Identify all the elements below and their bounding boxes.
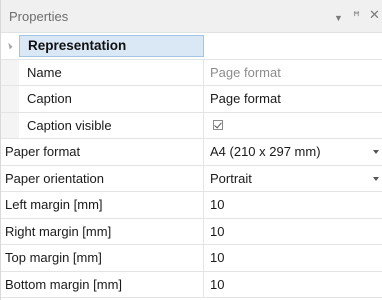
property-name: Paper orientation [1,165,204,191]
panel-title: Properties [9,9,69,24]
property-row-paper-format[interactable]: Paper format A4 (210 x 297 mm) [1,139,382,166]
caption-visible-checkbox[interactable] [213,120,223,131]
properties-panel: Properties ▼ ꟸ ✕ Representation Name Pag… [0,0,382,300]
row-gutter [1,112,19,138]
right-margin-field[interactable]: 10 [204,219,382,245]
property-row-paper-orientation[interactable]: Paper orientation Portrait [1,165,382,192]
property-value-caption-visible[interactable] [204,113,382,139]
row-gutter [1,59,19,85]
property-row-caption-visible[interactable]: Caption visible [1,112,382,139]
property-row-caption[interactable]: Caption Page format [1,86,382,113]
paper-format-value: A4 (210 x 297 mm) [210,144,321,160]
close-icon[interactable]: ✕ [369,8,380,22]
property-row-top-margin[interactable]: Top margin [mm] 10 [1,245,382,272]
property-name: Caption visible [19,112,204,138]
property-name: Right margin [mm] [1,218,204,244]
left-margin-field[interactable]: 10 [204,192,382,218]
row-gutter [1,86,19,112]
top-margin-field[interactable]: 10 [204,245,382,271]
property-name: Top margin [mm] [1,245,204,271]
chevron-down-icon[interactable] [373,176,379,181]
panel-titlebar: Properties ▼ ꟸ ✕ [1,0,382,33]
property-name: Caption [19,86,204,112]
property-row-right-margin[interactable]: Right margin [mm] 10 [1,218,382,245]
paper-format-select[interactable]: A4 (210 x 297 mm) [204,139,382,165]
property-value-name: Page format [210,64,281,80]
property-name: Name [19,59,204,85]
property-name: Bottom margin [mm] [1,271,204,297]
property-grid: Representation Name Page format Caption … [1,33,382,298]
bottom-margin-field[interactable]: 10 [204,272,382,298]
dropdown-icon[interactable]: ▼ [334,11,343,25]
collapse-icon[interactable] [5,42,13,50]
property-row-bottom-margin[interactable]: Bottom margin [mm] 10 [1,271,382,298]
paper-orientation-value: Portrait [210,170,252,186]
property-name: Paper format [1,139,204,165]
property-value-caption[interactable]: Page format [204,86,382,112]
property-row-name[interactable]: Name Page format [1,59,382,86]
category-representation[interactable]: Representation [1,33,382,60]
property-name: Left margin [mm] [1,192,204,218]
chevron-down-icon[interactable] [373,150,379,154]
property-row-left-margin[interactable]: Left margin [mm] 10 [1,192,382,219]
paper-orientation-select[interactable]: Portrait [204,166,382,192]
pin-icon[interactable]: ꟸ [353,9,360,23]
category-label: Representation [19,35,204,57]
